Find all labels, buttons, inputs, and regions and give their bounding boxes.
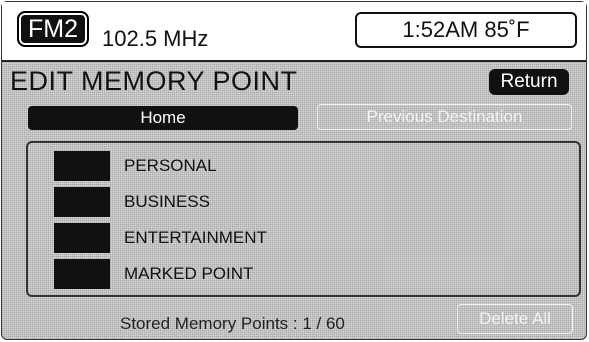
category-business[interactable]: BUSINESS — [54, 187, 454, 217]
category-icon — [54, 259, 110, 289]
category-icon — [54, 223, 110, 253]
status-bar: FM2 102.5 MHz 1:52AM 85˚F — [2, 2, 586, 62]
delete-all-button[interactable]: Delete All — [457, 304, 573, 334]
frequency-display: 102.5 MHz — [102, 26, 209, 51]
home-button[interactable]: Home — [28, 106, 298, 130]
category-personal[interactable]: PERSONAL — [54, 151, 454, 181]
band-badge[interactable]: FM2 — [17, 11, 89, 47]
clock-temperature-display: 1:52AM 85˚F — [355, 12, 577, 48]
category-label: MARKED POINT — [124, 264, 254, 283]
category-icon — [54, 151, 110, 181]
category-label: BUSINESS — [124, 192, 210, 211]
category-entertainment[interactable]: ENTERTAINMENT — [54, 223, 454, 253]
stored-memory-points: Stored Memory Points : 1 / 60 — [120, 314, 345, 333]
category-marked-point[interactable]: MARKED POINT — [54, 259, 454, 289]
nav-screen: FM2 102.5 MHz 1:52AM 85˚F EDIT MEMORY PO… — [1, 1, 587, 340]
category-panel: PERSONAL BUSINESS ENTERTAINMENT MARKED P… — [26, 141, 581, 297]
category-label: PERSONAL — [124, 156, 217, 175]
return-button[interactable]: Return — [489, 69, 569, 95]
previous-destination-button[interactable]: Previous Destination — [317, 104, 572, 130]
category-label: ENTERTAINMENT — [124, 228, 267, 247]
page-title: EDIT MEMORY POINT — [10, 66, 298, 96]
category-icon — [54, 187, 110, 217]
